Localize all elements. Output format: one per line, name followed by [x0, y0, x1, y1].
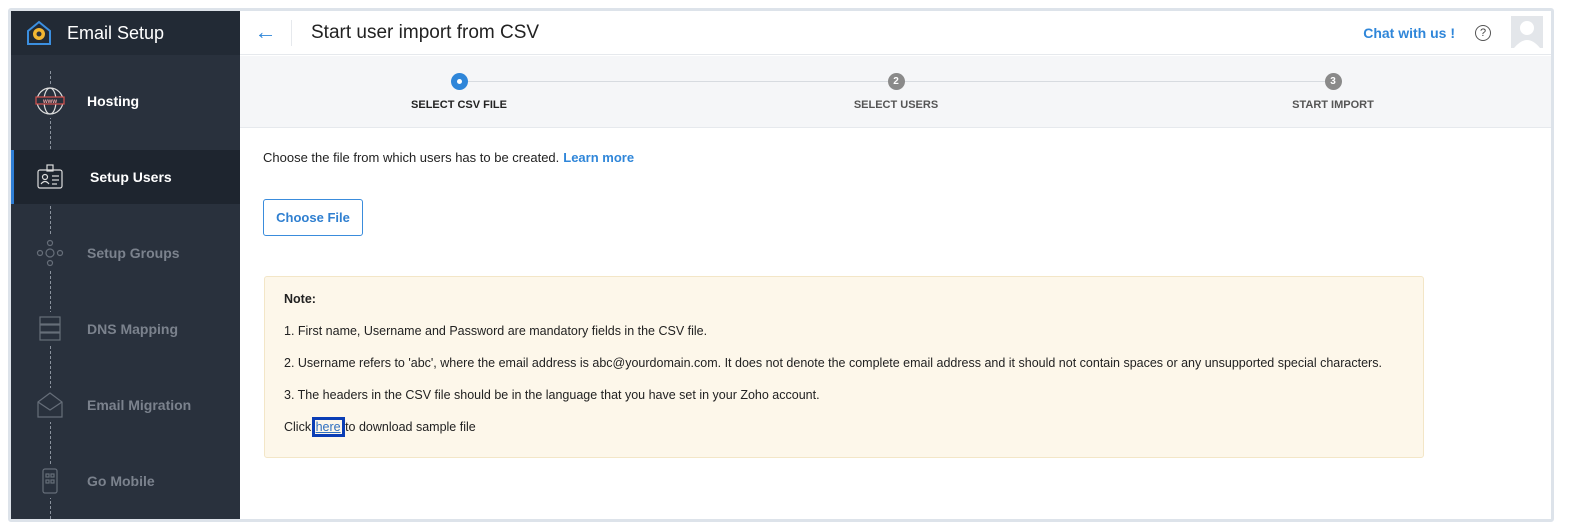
sidebar-item-email-migration[interactable]: Email Migration	[11, 378, 240, 432]
app-window: Email Setup www Hosting Setup Users Setu…	[8, 8, 1554, 522]
mobile-icon	[33, 464, 67, 498]
step-number: 2	[887, 73, 905, 90]
choose-file-button[interactable]: Choose File	[263, 199, 363, 236]
sidebar-brand: Email Setup	[11, 11, 240, 55]
avatar[interactable]	[1511, 16, 1543, 48]
step-start-import: 3 START IMPORT	[1233, 73, 1433, 111]
server-icon	[33, 312, 67, 346]
sidebar-item-label: DNS Mapping	[87, 321, 178, 337]
header: ← Start user import from CSV Chat with u…	[240, 11, 1551, 55]
page-title: Start user import from CSV	[311, 21, 540, 43]
id-card-icon	[33, 160, 67, 194]
sidebar-item-dns-mapping[interactable]: DNS Mapping	[11, 302, 240, 356]
current-step-icon	[450, 73, 468, 90]
note-title: Note:	[284, 292, 316, 306]
note-box: Note: 1. First name, Username and Passwo…	[264, 276, 1424, 458]
sidebar-item-label: Email Migration	[87, 397, 192, 413]
sidebar-item-go-mobile[interactable]: Go Mobile	[11, 454, 240, 508]
app-title: Email Setup	[67, 22, 165, 43]
note-item: 1. First name, Username and Password are…	[284, 324, 708, 338]
step-select-users: 2 SELECT USERS	[796, 73, 996, 111]
chat-with-us-link[interactable]: Chat with us !	[1363, 25, 1455, 41]
sidebar-item-label: Setup Users	[90, 169, 172, 185]
sidebar-item-hosting[interactable]: www Hosting	[11, 74, 240, 128]
note-item: 3. The headers in the CSV file should be…	[284, 388, 820, 402]
progress-connector	[50, 71, 51, 519]
click-prefix: Click	[284, 420, 315, 434]
click-suffix: to download sample file	[341, 420, 476, 434]
email-setup-logo-icon	[27, 20, 51, 45]
svg-text:www: www	[42, 99, 57, 105]
sidebar-item-setup-groups[interactable]: Setup Groups	[11, 226, 240, 280]
note-item: 2. Username refers to 'abc', where the e…	[284, 356, 1382, 370]
sidebar: Email Setup www Hosting Setup Users Setu…	[11, 11, 240, 519]
step-label: SELECT USERS	[853, 99, 939, 111]
download-sample-text: Click here to download sample file	[284, 417, 1404, 437]
sidebar-item-label: Setup Groups	[87, 245, 180, 261]
step-select-csv-file: SELECT CSV FILE	[359, 73, 559, 111]
sidebar-item-setup-users[interactable]: Setup Users	[11, 150, 240, 204]
learn-more-link[interactable]: Learn more	[563, 150, 634, 165]
group-icon	[33, 236, 67, 270]
stepper: SELECT CSV FILE 2 SELECT USERS 3 START I…	[240, 56, 1551, 128]
intro-text: Choose the file from which users has to …	[263, 150, 634, 165]
download-sample-link[interactable]: here	[311, 417, 345, 437]
intro-label: Choose the file from which users has to …	[263, 150, 560, 165]
globe-www-icon: www	[33, 84, 67, 118]
step-number: 3	[1324, 73, 1342, 90]
envelope-icon	[33, 388, 67, 422]
step-label: START IMPORT	[1292, 99, 1374, 111]
step-label: SELECT CSV FILE	[411, 99, 507, 111]
sidebar-item-label: Hosting	[87, 93, 140, 109]
sidebar-item-label: Go Mobile	[87, 473, 155, 489]
help-icon[interactable]: ?	[1475, 24, 1491, 41]
back-arrow-icon[interactable]: ←	[240, 19, 292, 46]
